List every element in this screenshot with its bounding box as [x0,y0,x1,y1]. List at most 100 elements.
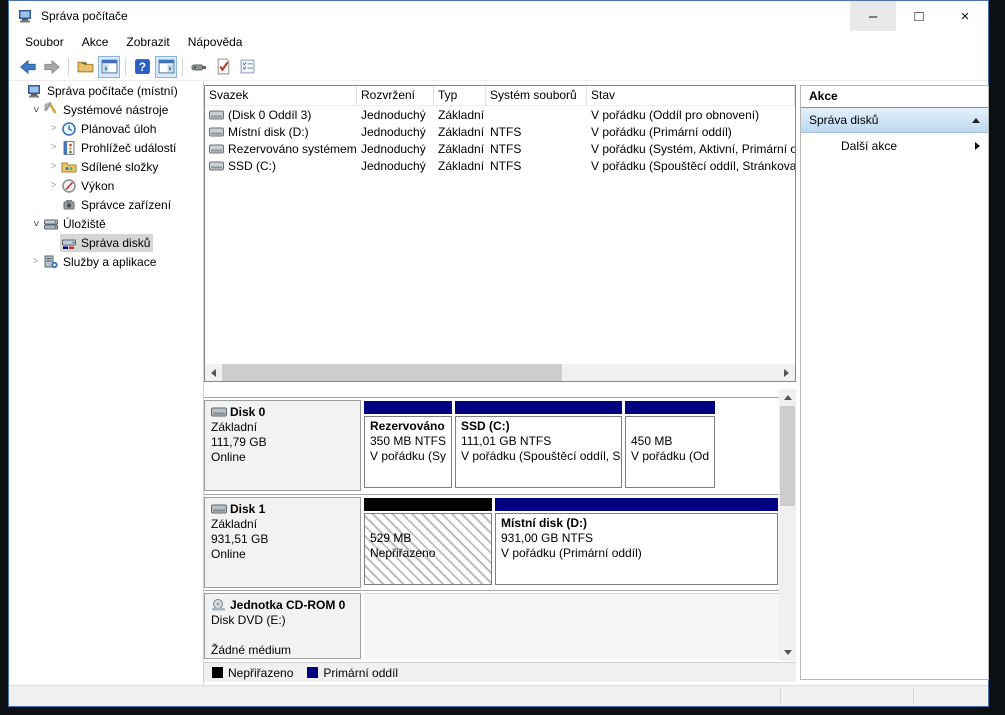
cd-rom-icon [211,599,227,611]
actions-group-disk-management[interactable]: Správa disků [801,108,988,133]
volume-table-header: Svazek Rozvržení Typ Systém souborů Stav [205,86,795,106]
chevron-expanded-icon[interactable]: > [30,217,41,230]
tree-item-shared-folders[interactable]: > Sdílené složky [9,157,203,176]
maximize-button[interactable]: □ [896,1,942,31]
export-list-icon [77,58,94,75]
partition-color-bar [495,498,778,511]
volume-icon [209,110,224,120]
tree-label: Správce zařízení [81,198,171,212]
back-button[interactable] [17,56,39,78]
menu-soubor[interactable]: Soubor [16,33,73,51]
scroll-right-arrow[interactable] [778,364,795,381]
tree-item-services-applications[interactable]: > Služby a aplikace [9,252,203,271]
partition-block-ssd-c[interactable]: SSD (C:) 111,01 GB NTFS V pořádku (Spouš… [455,401,622,488]
window-controls: – □ × [850,1,988,31]
scroll-down-arrow[interactable] [779,644,796,661]
tree-item-task-scheduler[interactable]: > Plánovač úloh [9,119,203,138]
unallocated-swatch [212,667,223,678]
disk-rows: Disk 0 Základní 111,79 GB Online Rezervo… [204,389,779,661]
chevron-collapsed-icon[interactable]: > [29,256,42,267]
disk1-info-cell[interactable]: Disk 1 Základní 931,51 GB Online [204,497,361,588]
tree-item-disk-management[interactable]: > Správa disků [9,233,203,252]
tree-label: Prohlížeč událostí [81,141,176,155]
tree-item-device-manager[interactable]: > Správce zařízení [9,195,203,214]
show-console-tree-button[interactable] [98,56,120,78]
volume-row-disk0-oddil3[interactable]: (Disk 0 Oddíl 3) Jednoduchý Základní V p… [205,106,795,123]
minimize-button[interactable]: – [850,1,896,31]
title-bar[interactable]: Správa počítače – □ × [9,1,988,31]
volume-row-mistni-disk-d[interactable]: Místní disk (D:) Jednoduchý Základní NTF… [205,123,795,140]
chevron-collapsed-icon[interactable]: > [47,180,60,191]
check-document-button[interactable] [212,56,234,78]
desktop: { "window": { "title": "Správa počítače"… [0,0,1005,715]
task-scheduler-icon [61,121,77,137]
tree-item-performance[interactable]: > Výkon [9,176,203,195]
column-header-rozvrzeni[interactable]: Rozvržení [357,86,434,105]
column-header-stav[interactable]: Stav [587,86,795,105]
menu-napoveda[interactable]: Nápověda [179,33,252,51]
properties-list-icon [239,58,256,75]
disk-icon [211,406,227,418]
toolbar-separator [68,58,69,76]
check-document-icon [215,58,232,75]
scroll-up-arrow[interactable] [779,389,796,406]
back-icon [19,58,37,76]
cdrom-info-cell[interactable]: Jednotka CD-ROM 0 Disk DVD (E:) Žádné mé… [204,593,361,659]
app-computer-icon [18,8,34,24]
disk0-info-cell[interactable]: Disk 0 Základní 111,79 GB Online [204,400,361,491]
tree-item-event-viewer[interactable]: > Prohlížeč událostí [9,138,203,157]
horizontal-scrollbar-thumb[interactable] [222,364,562,381]
submenu-arrow-icon [975,142,980,150]
disk-row-cdrom0: Jednotka CD-ROM 0 Disk DVD (E:) Žádné mé… [204,590,779,661]
menu-akce[interactable]: Akce [73,33,118,51]
tree-label: Plánovač úloh [81,122,156,136]
performance-icon [61,178,77,194]
status-bar [9,685,988,706]
close-button[interactable]: × [942,1,988,31]
tree-item-storage[interactable]: > Úložiště [9,214,203,233]
column-header-typ[interactable]: Typ [434,86,486,105]
tree-item-computer-management[interactable]: > Správa počítače (místní) [9,81,203,100]
partition-block-mistni-disk-d[interactable]: Místní disk (D:) 931,00 GB NTFS V pořádk… [495,498,778,585]
tree-item-system-tools[interactable]: > Systémové nástroje [9,100,203,119]
volume-icon [209,127,224,137]
disk0-band: Rezervováno 350 MB NTFS V pořádku (Sy SS… [364,398,779,494]
legend-primary-partition: Primární oddíl [307,666,398,680]
disk-row-disk1: Disk 1 Základní 931,51 GB Online 529 MB … [204,494,779,591]
partition-block-recovery[interactable]: 450 MB V pořádku (Od [625,401,715,488]
partition-block-rezervovano[interactable]: Rezervováno 350 MB NTFS V pořádku (Sy [364,401,452,488]
device-manager-icon [61,197,77,213]
chevron-collapsed-icon[interactable]: > [47,161,60,172]
chevron-collapsed-icon[interactable]: > [47,123,60,134]
horizontal-scrollbar[interactable] [205,364,795,381]
shared-folders-icon [61,159,77,175]
help-icon: ? [134,58,151,75]
console-tool-button[interactable] [188,56,210,78]
computer-management-window: Správa počítače – □ × Soubor Akce Zobraz… [8,0,989,707]
services-icon [43,254,59,270]
vertical-scrollbar-thumb[interactable] [780,406,795,506]
column-header-svazek[interactable]: Svazek [205,86,357,105]
help-button[interactable]: ? [131,56,153,78]
forward-button[interactable] [41,56,63,78]
column-header-system-souboru[interactable]: Systém souborů [486,86,587,105]
collapse-arrow-icon[interactable] [972,118,980,123]
legend-unallocated: Nepřiřazeno [212,666,293,680]
chevron-expanded-icon[interactable]: > [30,103,41,116]
partition-color-bar [364,401,452,414]
volume-row-rezervovano-systemem[interactable]: Rezervováno systémem Jednoduchý Základní… [205,140,795,157]
volume-row-ssd-c[interactable]: SSD (C:) Jednoduchý Základní NTFS V pořá… [205,157,795,174]
scroll-left-arrow[interactable] [205,364,222,381]
show-action-pane-button[interactable] [155,56,177,78]
vertical-scrollbar[interactable] [779,389,796,661]
menu-zobrazit[interactable]: Zobrazit [117,33,178,51]
computer-icon [27,83,43,99]
unallocated-block[interactable]: 529 MB Nepřiřazeno [364,498,492,585]
properties-list-button[interactable] [236,56,258,78]
chevron-collapsed-icon[interactable]: > [47,142,60,153]
tree-selection-highlight: Správa disků [60,234,153,252]
actions-item-more-actions[interactable]: Další akce [801,133,988,158]
disk-management-icon [61,235,77,251]
export-list-button[interactable] [74,56,96,78]
status-bar-divider [780,689,781,703]
